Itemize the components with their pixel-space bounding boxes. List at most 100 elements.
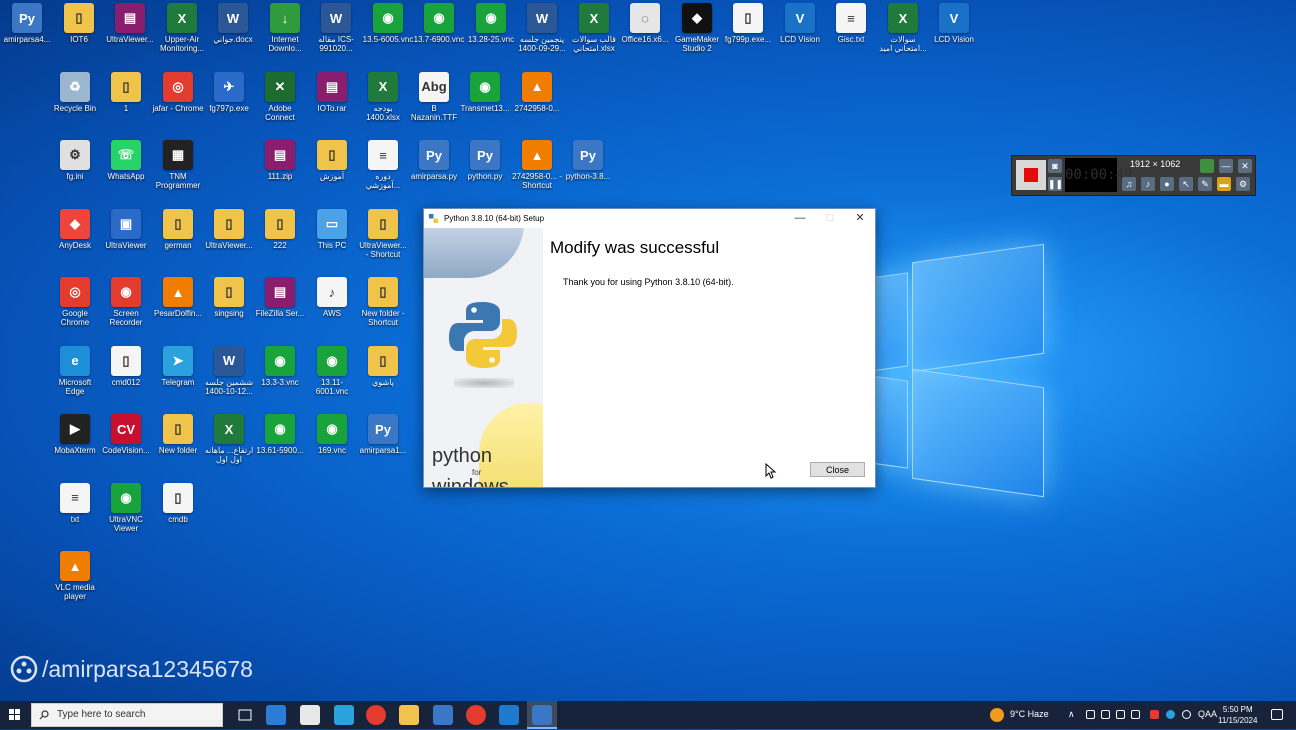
- desktop-icon[interactable]: ◆ GameMaker Studio 2: [671, 3, 723, 53]
- desktop-icon[interactable]: ▯ آموزش: [306, 140, 358, 181]
- microphone-icon[interactable]: ♪: [1141, 177, 1155, 191]
- python-setup-taskbar-button[interactable]: [527, 701, 557, 729]
- desktop-icon[interactable]: ▤ FileZilla Ser...: [254, 277, 306, 318]
- desktop-icon[interactable]: ▯ cmd012: [100, 345, 152, 387]
- notification-icon[interactable]: [1271, 709, 1283, 720]
- desktop-icon[interactable]: ◉ Screen Recorder: [100, 277, 152, 327]
- desktop-icon[interactable]: ♪ AWS: [306, 277, 358, 318]
- desktop-icon[interactable]: ➤ Telegram: [152, 345, 204, 387]
- desktop-icon[interactable]: ▤ IOTo.rar: [306, 71, 358, 113]
- desktop-icon[interactable]: ◉ Transmet13...: [459, 71, 511, 113]
- desktop-icon[interactable]: W جواني.docx: [207, 3, 259, 44]
- desktop-icon[interactable]: ◌ Office16.x6...: [619, 3, 671, 44]
- desktop-icon[interactable]: ◉ 169.vnc: [306, 414, 358, 455]
- webcam-icon[interactable]: ●: [1160, 177, 1174, 191]
- chrome-icon[interactable]: [366, 705, 386, 725]
- desktop-icon[interactable]: ▯ singsing: [203, 277, 255, 318]
- desktop-icon[interactable]: ▯ 1: [100, 71, 152, 113]
- chrome-profile-icon[interactable]: [466, 705, 486, 725]
- tray-app-icon[interactable]: [1086, 710, 1095, 719]
- desktop-icon[interactable]: ▲ PesarDolfin...: [152, 277, 204, 318]
- desktop-icon[interactable]: Abg B Nazanin.TTF: [408, 71, 460, 122]
- desktop-icon[interactable]: ✈ fg797p.exe: [203, 71, 255, 113]
- windows-start-icon[interactable]: [0, 701, 30, 729]
- desktop-icon[interactable]: ≡ دوره آموزشي...: [357, 140, 409, 190]
- desktop-icon[interactable]: ⚙ fg.ini: [49, 140, 101, 181]
- desktop-icon[interactable]: X ارتفاع... ماهانه اول اول: [203, 414, 255, 464]
- desktop-icon[interactable]: ▯ UltraViewer...: [203, 208, 255, 250]
- folder-icon[interactable]: ▬: [1217, 177, 1231, 191]
- desktop-icon[interactable]: ▯ german: [152, 208, 204, 250]
- desktop-icon[interactable]: ◉ 13.7-6900.vnc: [413, 3, 465, 44]
- desktop-icon[interactable]: ▯ New folder: [152, 414, 204, 455]
- desktop-icon[interactable]: CV CodeVision...: [100, 414, 152, 455]
- desktop-icon[interactable]: e Microsoft Edge: [49, 345, 101, 396]
- desktop-icon[interactable]: X سوالات امتحاني امید...: [877, 3, 929, 53]
- desktop-icon[interactable]: ▶ MobaXterm: [49, 414, 101, 455]
- desktop-icon[interactable]: ✕ Adobe Connect: [254, 71, 306, 122]
- app-icon[interactable]: [334, 705, 354, 725]
- camera-icon[interactable]: ◙: [1048, 159, 1062, 173]
- desktop-icon[interactable]: ◎ Google Chrome: [49, 277, 101, 327]
- python-taskbar-icon[interactable]: [433, 705, 453, 725]
- tray-telegram-icon[interactable]: [1166, 710, 1175, 719]
- desktop-icon[interactable]: ▲ 2742958-0...: [511, 71, 563, 113]
- speaker-icon[interactable]: ♫: [1122, 177, 1136, 191]
- desktop-icon[interactable]: ◆ AnyDesk: [49, 208, 101, 250]
- desktop-icon[interactable]: ▯ New folder - Shortcut: [357, 277, 409, 327]
- tray-recorder-icon[interactable]: [1150, 710, 1159, 719]
- recorder-green-button[interactable]: [1200, 159, 1214, 173]
- file-explorer-icon[interactable]: [399, 705, 419, 725]
- desktop-icon[interactable]: ◉ 13.28-25.vnc: [465, 3, 517, 44]
- desktop-icon[interactable]: ≡ Gisc.txt: [825, 3, 877, 44]
- recorder-minimize-icon[interactable]: —: [1219, 159, 1233, 173]
- desktop-icon[interactable]: ◉ 13.3-3.vnc: [254, 345, 306, 387]
- desktop-icon[interactable]: ♻ Recycle Bin: [49, 71, 101, 113]
- desktop-icon[interactable]: ▲ VLC media player: [49, 551, 101, 601]
- minimize-button[interactable]: —: [785, 209, 815, 228]
- desktop-icon[interactable]: ▯ cmdb: [152, 482, 204, 524]
- clock[interactable]: 5:50 PM 11/15/2024: [1218, 704, 1257, 726]
- desktop-icon[interactable]: Py python-3.8...: [562, 140, 614, 181]
- desktop-icon[interactable]: X Upper-Air Monitoring...: [156, 3, 208, 53]
- desktop-icon[interactable]: Py amirparsa4...: [1, 3, 53, 44]
- desktop-icon[interactable]: ▯ 222: [254, 208, 306, 250]
- language-indicator[interactable]: QAA: [1198, 709, 1217, 719]
- tray-app-icon[interactable]: [1101, 710, 1110, 719]
- notepad-icon[interactable]: [300, 705, 320, 725]
- recorder-close-icon[interactable]: ✕: [1238, 159, 1252, 173]
- settings-gear-icon[interactable]: ⚙: [1236, 177, 1250, 191]
- dialog-titlebar[interactable]: Python 3.8.10 (64-bit) Setup — □ ✕: [424, 209, 875, 228]
- desktop-icon[interactable]: V LCD Vision: [928, 3, 980, 44]
- desktop-icon[interactable]: ≡ txt: [49, 482, 101, 524]
- close-x-button[interactable]: ✕: [845, 209, 875, 228]
- record-stop-button[interactable]: [1016, 160, 1046, 190]
- vscode-icon[interactable]: [499, 705, 519, 725]
- desktop-icon[interactable]: ▦ TNM Programmer: [152, 140, 204, 190]
- desktop-icon[interactable]: ◉ UltraVNC Viewer: [100, 482, 152, 533]
- tray-app-icon[interactable]: [1131, 710, 1140, 719]
- desktop-icon[interactable]: ▤ 111.zip: [254, 140, 306, 181]
- desktop-icon[interactable]: W پنجمین جلسه 29-09-1400...: [516, 3, 568, 53]
- desktop-icon[interactable]: ▣ UltraViewer: [100, 208, 152, 250]
- desktop-icon[interactable]: Py amirparsa.py: [408, 140, 460, 181]
- desktop-icon[interactable]: ▯ UltraViewer... - Shortcut: [357, 208, 409, 259]
- desktop-icon[interactable]: Py amirparsa1...: [357, 414, 409, 455]
- desktop-icon[interactable]: ◉ 13.5-6005.vnc: [362, 3, 414, 44]
- weather-text[interactable]: 9°C Haze: [1010, 709, 1049, 719]
- desktop-icon[interactable]: ▤ UltraViewer...: [104, 3, 156, 44]
- microsoft-store-icon[interactable]: [266, 705, 286, 725]
- desktop-icon[interactable]: W ششمين جلسه 12-10-1400...: [203, 345, 255, 396]
- desktop-icon[interactable]: ▯ IOT6: [53, 3, 105, 44]
- desktop-icon[interactable]: Py python.py: [459, 140, 511, 181]
- weather-icon[interactable]: [990, 708, 1004, 722]
- desktop-icon[interactable]: ☏ WhatsApp: [100, 140, 152, 181]
- taskbar-search-input[interactable]: Type here to search: [31, 703, 223, 727]
- task-view-icon[interactable]: [235, 705, 255, 725]
- tray-chevron-icon[interactable]: ∧: [1068, 709, 1075, 720]
- desktop-icon[interactable]: ▯ پاشوي: [357, 345, 409, 387]
- desktop-icon[interactable]: ◉ 13.61-5900...: [254, 414, 306, 455]
- desktop-icon[interactable]: X بودجه 1400.xlsx: [357, 71, 409, 122]
- pen-icon[interactable]: ✎: [1198, 177, 1212, 191]
- desktop-icon[interactable]: ▯ fg799p.exe...: [722, 3, 774, 44]
